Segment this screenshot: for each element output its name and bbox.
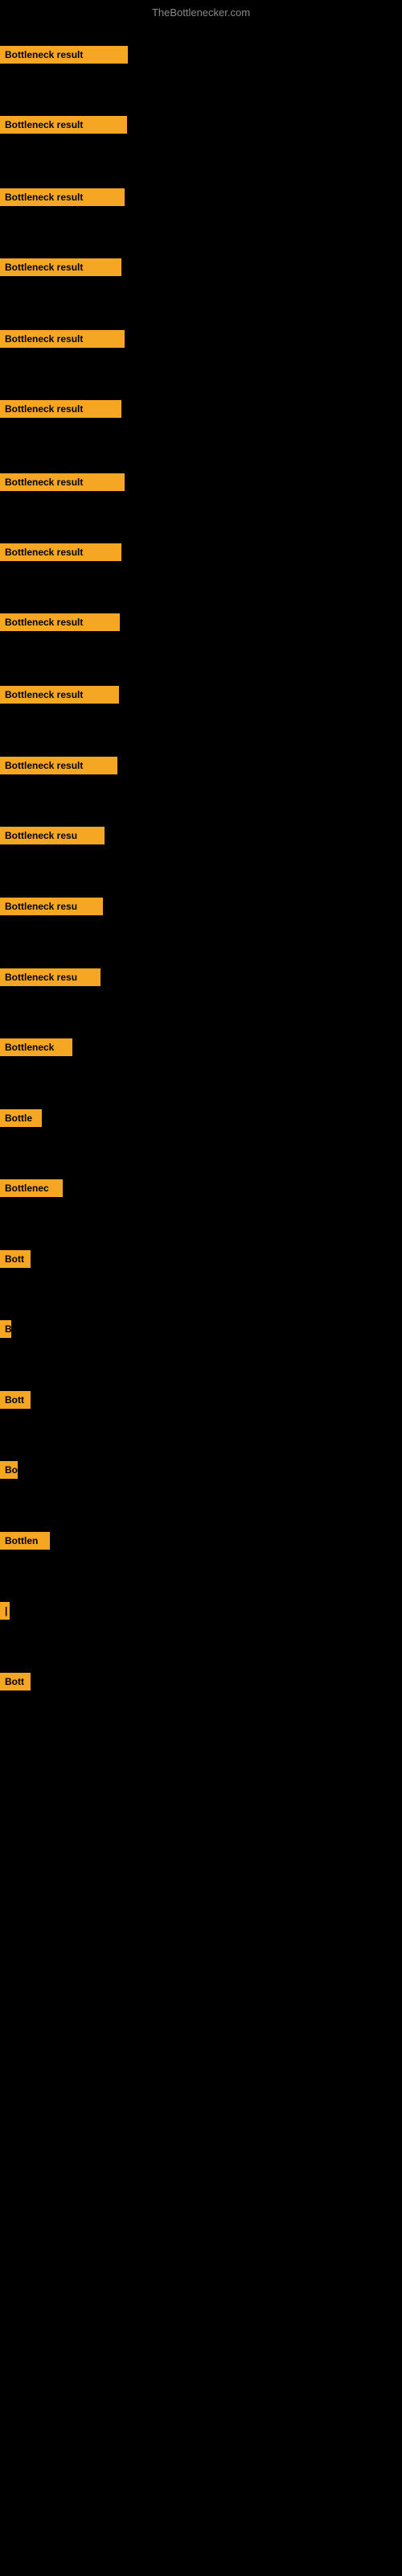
bottleneck-badge: Bottlen	[0, 1532, 50, 1550]
bottleneck-badge: Bottleneck result	[0, 686, 119, 704]
bottleneck-badge: Bottle	[0, 1109, 42, 1127]
bottleneck-badge: Bottleneck result	[0, 330, 125, 348]
bottleneck-badge: Bott	[0, 1391, 31, 1409]
bottleneck-badge: Bottleneck result	[0, 473, 125, 491]
bottleneck-badge: Bottleneck resu	[0, 827, 105, 844]
bottleneck-badge: Bottlenec	[0, 1179, 63, 1197]
bottleneck-badge: Bottleneck resu	[0, 968, 100, 986]
bottleneck-badge: Bottleneck result	[0, 757, 117, 774]
bottleneck-badge: Bott	[0, 1250, 31, 1268]
bottleneck-badge: Bottleneck result	[0, 46, 128, 64]
bottleneck-badge: Bottleneck result	[0, 188, 125, 206]
bottleneck-badge: |	[0, 1602, 10, 1620]
bottleneck-badge: Bottleneck result	[0, 400, 121, 418]
bottleneck-badge: Bottleneck result	[0, 543, 121, 561]
site-title: TheBottlenecker.com	[152, 6, 250, 19]
bottleneck-badge: Bottleneck resu	[0, 898, 103, 915]
bottleneck-badge: B	[0, 1320, 11, 1338]
bottleneck-badge: Bottleneck result	[0, 116, 127, 134]
bottleneck-badge: Bo	[0, 1461, 18, 1479]
bottleneck-badge: Bott	[0, 1673, 31, 1690]
bottleneck-badge: Bottleneck result	[0, 613, 120, 631]
bottleneck-badge: Bottleneck result	[0, 258, 121, 276]
bottleneck-badge: Bottleneck	[0, 1038, 72, 1056]
